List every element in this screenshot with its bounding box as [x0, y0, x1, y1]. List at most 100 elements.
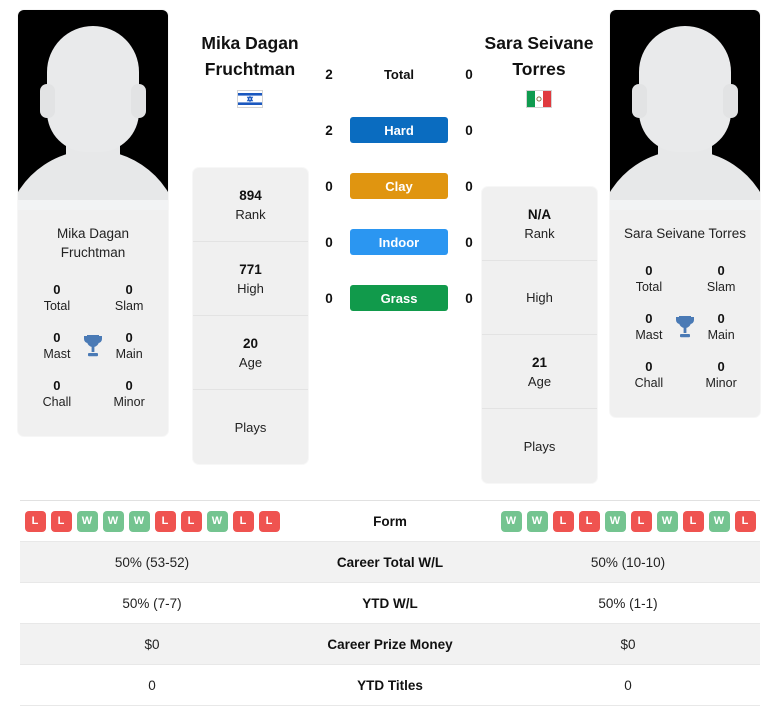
titles-total-label-left: Total — [43, 299, 71, 313]
titles-chall-right: 0 Chall — [626, 358, 672, 392]
stat-plays-label-right: Plays — [523, 438, 556, 454]
titles-main-value-left: 0 — [125, 330, 133, 345]
surface-hard-label[interactable]: Hard — [350, 117, 448, 143]
stat-age-label-right: Age — [527, 373, 552, 389]
titles-main-left: 0 Main — [106, 329, 152, 363]
comparison-table: LLWWWLLWLL Form WWLLWLWLWL 50% (53-52) C… — [20, 500, 760, 706]
titles-grid-left: 0 Total 0 Slam 0 Mast 0 Main 0 Chall 0 M… — [18, 274, 168, 436]
titles-minor-value-right: 0 — [717, 359, 725, 374]
titles-minor-right: 0 Minor — [698, 358, 744, 392]
titles-row-total-slam-left: 0 Total 0 Slam — [28, 274, 158, 322]
titles-slam-right: 0 Slam — [698, 262, 744, 296]
form-badge-left-1: L — [24, 510, 46, 532]
form-badge-right-2: W — [526, 510, 548, 532]
table-row-ytd-titles: 0 YTD Titles 0 — [20, 665, 760, 706]
surface-hard-left-score: 2 — [325, 122, 333, 138]
stat-rank-right: N/A Rank — [482, 187, 597, 261]
player-name-left-line2: Fruchtman — [204, 59, 296, 79]
titles-mast-left: 0 Mast — [34, 329, 80, 363]
career-total-wl-label: Career Total W/L — [336, 554, 444, 570]
titles-row-mast-main-right: 0 Mast 0 Main — [620, 303, 750, 351]
titles-grid-right: 0 Total 0 Slam 0 Mast 0 Main 0 Chall 0 M… — [610, 255, 760, 417]
surface-total-left-score: 2 — [325, 66, 333, 82]
career-total-wl-left: 50% (53-52) — [114, 554, 190, 570]
form-badge-left-7: L — [180, 510, 202, 532]
stat-rank-value-right: N/A — [527, 206, 552, 222]
ytd-titles-label: YTD Titles — [357, 677, 423, 693]
form-badge-right-7: W — [656, 510, 678, 532]
player-name-header-right[interactable]: Sara Seivane Torres — [464, 30, 614, 108]
titles-minor-label-right: Minor — [705, 376, 737, 390]
form-badges-left: LLWWWLLWLL — [24, 510, 280, 532]
form-badge-right-8: L — [682, 510, 704, 532]
titles-chall-value-right: 0 — [645, 359, 653, 374]
career-total-wl-right: 50% (10-10) — [590, 554, 666, 570]
player-card-name-left: Mika Dagan Fruchtman — [56, 226, 130, 260]
surface-indoor-right-score: 0 — [465, 234, 473, 250]
form-badge-right-1: W — [500, 510, 522, 532]
ytd-wl-right: 50% (1-1) — [598, 595, 658, 611]
surface-total-label: Total — [383, 66, 415, 82]
surface-grass-label[interactable]: Grass — [350, 285, 448, 311]
titles-slam-label-left: Slam — [114, 299, 144, 313]
titles-slam-value-right: 0 — [717, 263, 725, 278]
titles-total-label-right: Total — [635, 280, 663, 294]
player-avatar-left — [18, 10, 168, 210]
player-card-name-right: Sara Seivane Torres — [623, 226, 747, 241]
player-card-left[interactable]: Mika Dagan Fruchtman 0 Total 0 Slam 0 Ma… — [18, 10, 168, 436]
surface-row-hard: 2 Hard 0 — [318, 116, 480, 144]
titles-main-value-right: 0 — [717, 311, 725, 326]
form-badge-right-3: L — [552, 510, 574, 532]
surface-clay-label[interactable]: Clay — [350, 173, 448, 199]
titles-row-chall-minor-left: 0 Chall 0 Minor — [28, 370, 158, 418]
player-name-right-line1: Sara Seivane — [484, 33, 594, 53]
stat-rank-label-left: Rank — [235, 206, 266, 222]
player-avatar-right — [610, 10, 760, 210]
surface-grass-right-score: 0 — [465, 290, 473, 306]
surface-breakdown: 2 Total 0 2 Hard 0 0 Clay 0 0 Indoor 0 0… — [318, 60, 480, 312]
titles-mast-value-left: 0 — [53, 330, 61, 345]
table-row-form: LLWWWLLWLL Form WWLLWLWLWL — [20, 501, 760, 542]
surface-clay-right-score: 0 — [465, 178, 473, 194]
ytd-titles-right: 0 — [624, 677, 632, 693]
trophy-icon — [80, 333, 106, 359]
stat-high-value-left: 771 — [239, 261, 262, 277]
surface-indoor-label[interactable]: Indoor — [350, 229, 448, 255]
titles-main-right: 0 Main — [698, 310, 744, 344]
titles-total-left: 0 Total — [34, 281, 80, 315]
form-badge-right-4: L — [578, 510, 600, 532]
surface-total-right-score: 0 — [465, 66, 473, 82]
stat-age-right: 21 Age — [482, 335, 597, 409]
titles-minor-value-left: 0 — [125, 378, 133, 393]
surface-row-total: 2 Total 0 — [318, 60, 480, 88]
titles-mast-value-right: 0 — [645, 311, 653, 326]
titles-total-value-right: 0 — [645, 263, 653, 278]
player-name-header-left[interactable]: Mika Dagan Fruchtman — [175, 30, 325, 108]
titles-mast-right: 0 Mast — [626, 310, 672, 344]
form-badge-left-4: W — [102, 510, 124, 532]
stat-rank-value-left: 894 — [239, 187, 262, 203]
form-badge-left-8: W — [206, 510, 228, 532]
form-badge-right-6: L — [630, 510, 652, 532]
surface-row-indoor: 0 Indoor 0 — [318, 228, 480, 256]
titles-mast-label-left: Mast — [43, 347, 71, 361]
titles-main-label-right: Main — [707, 328, 735, 342]
form-badge-left-2: L — [50, 510, 72, 532]
form-badge-right-10: L — [734, 510, 756, 532]
titles-row-chall-minor-right: 0 Chall 0 Minor — [620, 351, 750, 399]
player-card-right[interactable]: Sara Seivane Torres 0 Total 0 Slam 0 Mas… — [610, 10, 760, 417]
form-badges-right: WWLLWLWLWL — [500, 510, 756, 532]
player-name-left-line1: Mika Dagan — [201, 33, 299, 53]
titles-row-total-slam-right: 0 Total 0 Slam — [620, 255, 750, 303]
form-left-cell: LLWWWLLWLL — [20, 510, 284, 532]
surface-row-clay: 0 Clay 0 — [318, 172, 480, 200]
form-badge-left-5: W — [128, 510, 150, 532]
stat-age-left: 20 Age — [193, 316, 308, 390]
form-badge-left-10: L — [258, 510, 280, 532]
form-badge-left-6: L — [154, 510, 176, 532]
surface-clay-left-score: 0 — [325, 178, 333, 194]
stat-plays-right: Plays — [482, 409, 597, 483]
titles-row-mast-main-left: 0 Mast 0 Main — [28, 322, 158, 370]
titles-chall-left: 0 Chall — [34, 377, 80, 411]
player-stats-card-right: N/A Rank High 21 Age Plays — [482, 187, 597, 483]
